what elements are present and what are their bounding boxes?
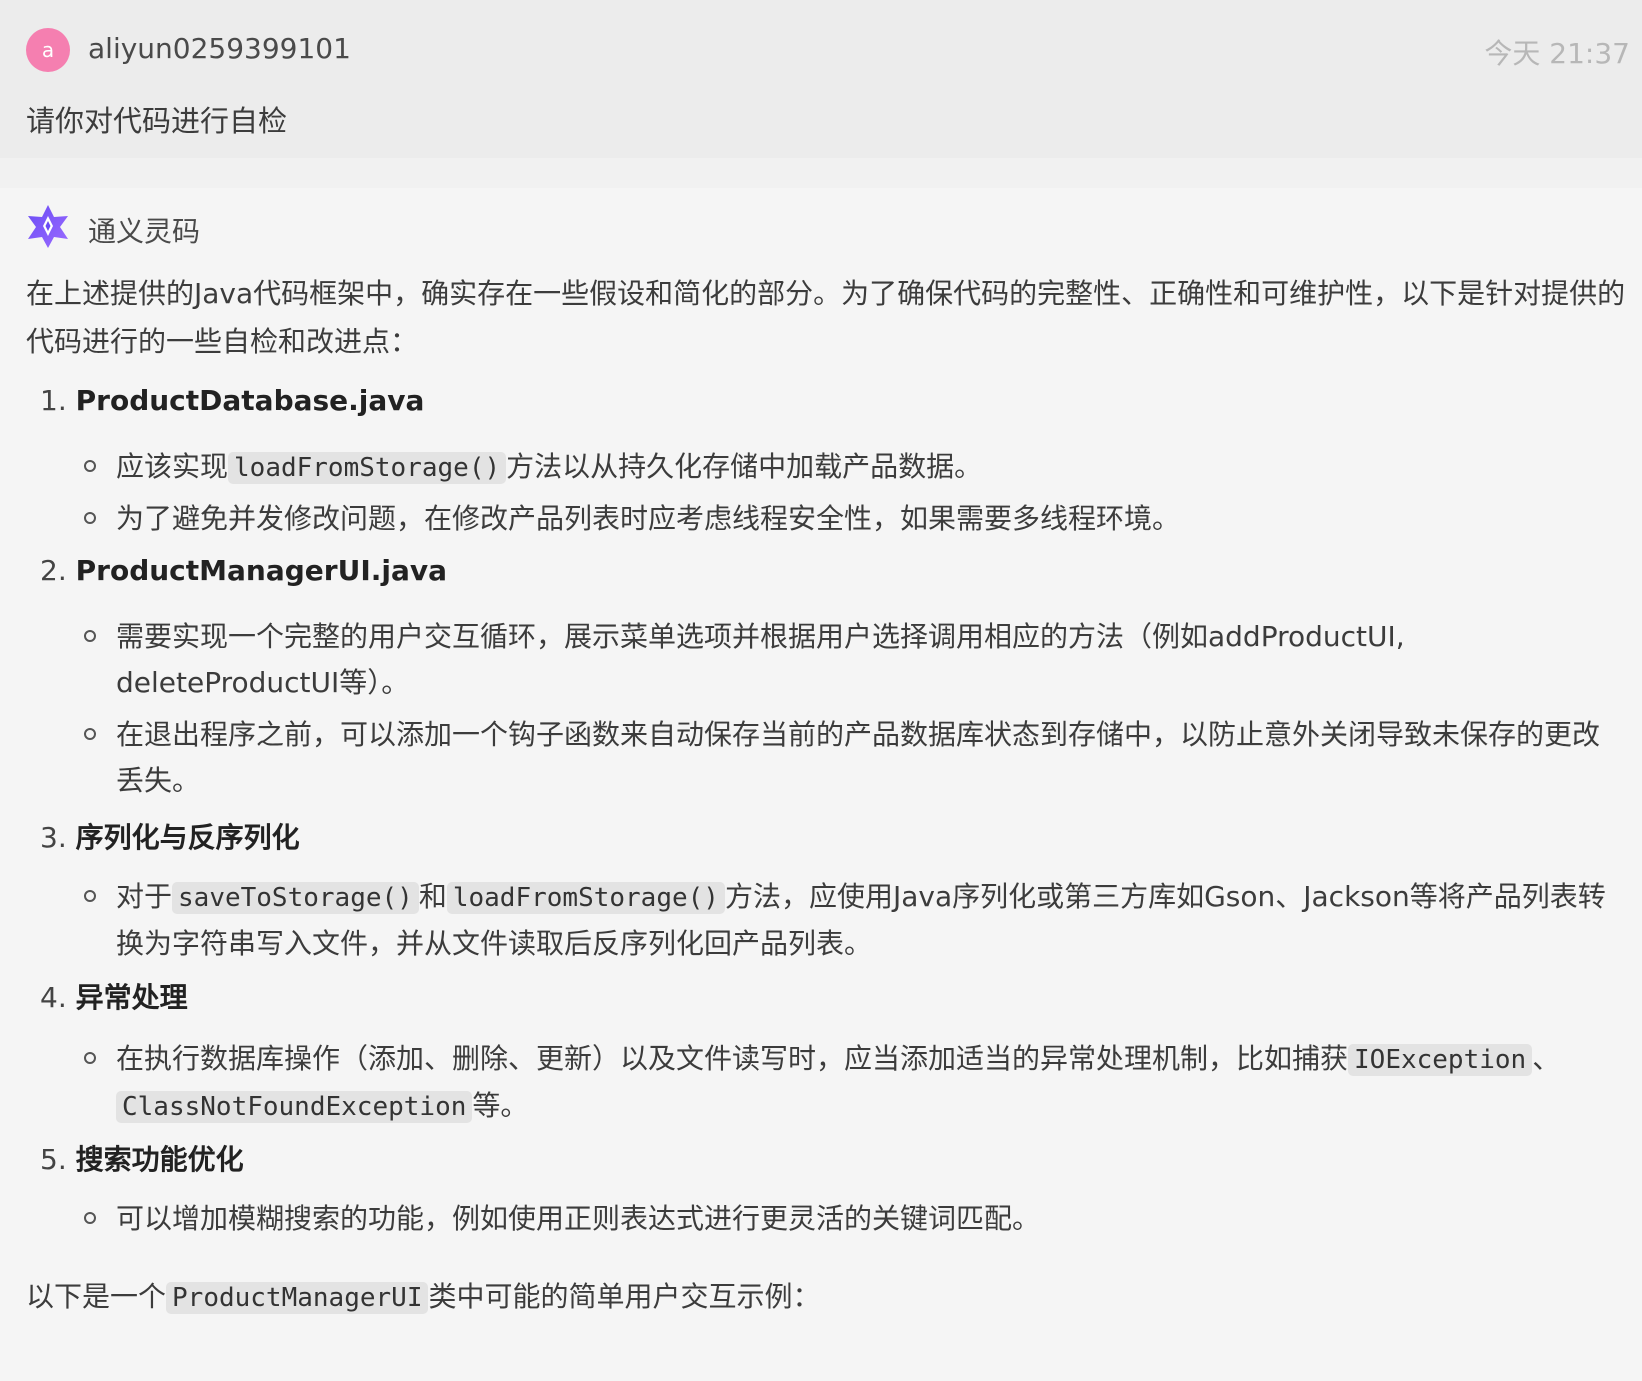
bullet-circle-icon xyxy=(84,512,96,524)
text: 方法以从持久化存储中加载产品数据。 xyxy=(506,450,983,483)
section-title: 2. ProductManagerUI.java xyxy=(40,554,447,587)
bullet-circle-icon xyxy=(84,460,96,472)
text: 应该实现 xyxy=(116,450,229,483)
bullet-circle-icon xyxy=(84,1212,96,1224)
user-message: a aliyun0259399101 今天 21:37 请你对代码进行自检 xyxy=(0,0,1642,158)
text: 等。 xyxy=(472,1089,529,1122)
list-item: 在执行数据库操作（添加、删除、更新）以及文件读写时，应当添加适当的异常处理机制，… xyxy=(84,1036,1614,1130)
section-title: 4. 异常处理 xyxy=(40,976,188,1016)
inline-code: ClassNotFoundException xyxy=(116,1091,473,1123)
list-item: 可以增加模糊搜索的功能，例如使用正则表达式进行更灵活的关键词匹配。 xyxy=(84,1196,1614,1242)
text: 对于 xyxy=(116,880,173,913)
section-number: 5. xyxy=(40,1143,67,1176)
username: aliyun0259399101 xyxy=(88,32,351,65)
text: 为了避免并发修改问题，在修改产品列表时应考虑线程安全性，如果需要多线程环境。 xyxy=(116,502,1181,535)
section-heading: ProductManagerUI.java xyxy=(75,554,448,587)
section-title: 5. 搜索功能优化 xyxy=(40,1138,244,1178)
text: 类中可能的简单用户交互示例： xyxy=(428,1280,821,1313)
response-outro: 以下是一个 ProductManagerUI 类中可能的简单用户交互示例： xyxy=(26,1274,820,1321)
section-heading: 序列化与反序列化 xyxy=(75,821,300,854)
bullet-circle-icon xyxy=(84,728,96,740)
section-title: 3. 序列化与反序列化 xyxy=(40,816,300,856)
text: 在执行数据库操作（添加、删除、更新）以及文件读写时，应当添加适当的异常处理机制，… xyxy=(116,1042,1349,1075)
section-number: 3. xyxy=(40,821,67,854)
user-avatar[interactable]: a xyxy=(26,28,70,72)
bot-response: 在上述提供的Java代码框架中，确实存在一些假设和简化的部分。为了确保代码的完整… xyxy=(26,270,1626,366)
inline-code: ProductManagerUI xyxy=(166,1282,429,1314)
bullet-circle-icon xyxy=(84,890,96,902)
list-item: 需要实现一个完整的用户交互循环，展示菜单选项并根据用户选择调用相应的方法（例如a… xyxy=(84,614,1614,706)
text: 可以增加模糊搜索的功能，例如使用正则表达式进行更灵活的关键词匹配。 xyxy=(116,1202,1041,1235)
section-number: 4. xyxy=(40,981,67,1014)
user-message-text: 请你对代码进行自检 xyxy=(26,104,288,138)
list-item: 在退出程序之前，可以添加一个钩子函数来自动保存当前的产品数据库状态到存储中，以防… xyxy=(84,712,1614,804)
message-timestamp: 今天 21:37 xyxy=(1484,37,1630,70)
text: 、 xyxy=(1532,1042,1561,1075)
section-number: 2. xyxy=(40,554,67,587)
inline-code: loadFromStorage() xyxy=(228,452,507,484)
text: 以下是一个 xyxy=(26,1280,167,1313)
list-item: 对于 saveToStorage() 和 loadFromStorage() 方法，应使… xyxy=(84,874,1614,967)
response-intro: 在上述提供的Java代码框架中，确实存在一些假设和简化的部分。为了确保代码的完整… xyxy=(26,277,1626,358)
section-number: 1. xyxy=(40,384,67,417)
bot-name: 通义灵码 xyxy=(88,215,201,248)
text: 和 xyxy=(418,880,447,913)
inline-code: loadFromStorage() xyxy=(446,882,725,914)
section-heading: 异常处理 xyxy=(75,981,188,1014)
bullet-circle-icon xyxy=(84,1052,96,1064)
section-title: 1. ProductDatabase.java xyxy=(40,384,424,417)
text: 在退出程序之前，可以添加一个钩子函数来自动保存当前的产品数据库状态到存储中，以防… xyxy=(116,718,1601,797)
inline-code: saveToStorage() xyxy=(172,882,419,914)
list-item: 应该实现 loadFromStorage() 方法以从持久化存储中加载产品数据。 xyxy=(84,444,1614,491)
tongyi-lingma-logo-icon xyxy=(28,205,68,248)
text: 需要实现一个完整的用户交互循环，展示菜单选项并根据用户选择调用相应的方法（例如a… xyxy=(116,620,1405,699)
inline-code: IOException xyxy=(1348,1044,1533,1076)
list-item: 为了避免并发修改问题，在修改产品列表时应考虑线程安全性，如果需要多线程环境。 xyxy=(84,496,1614,542)
section-heading: ProductDatabase.java xyxy=(75,384,425,417)
bullet-circle-icon xyxy=(84,630,96,642)
section-heading: 搜索功能优化 xyxy=(75,1143,244,1176)
message-divider xyxy=(0,158,1642,188)
